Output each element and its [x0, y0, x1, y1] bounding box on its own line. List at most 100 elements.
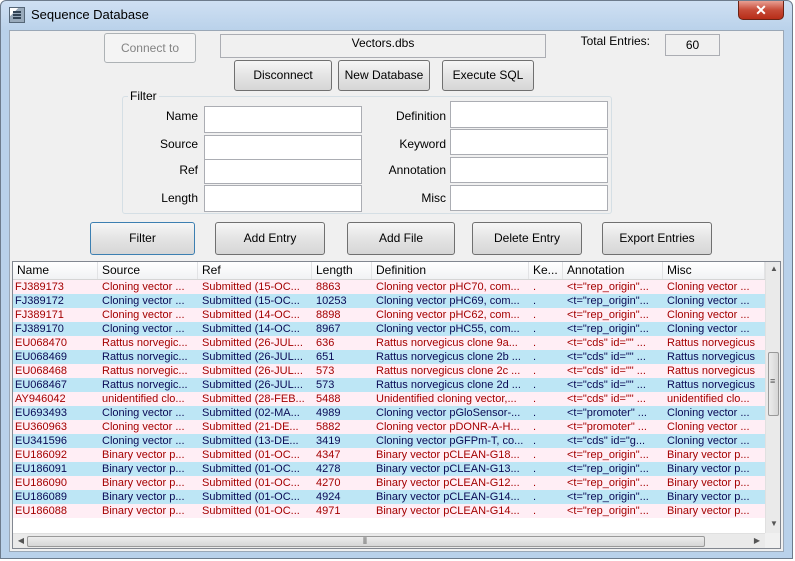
- table-row[interactable]: EU068467 Rattus norvegic... Submitted (26-…: [13, 378, 765, 392]
- table-row[interactable]: EU186091 Binary vector p... Submitted (01-…: [13, 462, 765, 476]
- misc-filter-input[interactable]: [450, 185, 608, 211]
- cell-annotation: <t="cds" id="" ...: [567, 337, 646, 349]
- cell-length: 4347: [316, 449, 341, 461]
- table-row[interactable]: EU186090 Binary vector p... Submitted (01-…: [13, 476, 765, 490]
- cell-source: Binary vector p...: [102, 477, 185, 489]
- column-header-definition[interactable]: Definition: [372, 262, 529, 279]
- cell-misc: Cloning vector ...: [667, 309, 750, 321]
- table-row[interactable]: FJ389171 Cloning vector ... Submitted (14-…: [13, 308, 765, 322]
- horizontal-scrollbar[interactable]: ◀ ⦀ ▶: [13, 533, 765, 548]
- cell-annotation: <t="rep_origin"...: [567, 309, 649, 321]
- annotation-filter-input[interactable]: [450, 157, 608, 183]
- disconnect-button[interactable]: Disconnect: [234, 60, 332, 91]
- cell-definition: Unidentified cloning vector,...: [376, 393, 517, 405]
- column-header-name[interactable]: Name: [13, 262, 98, 279]
- cell-ref: Submitted (01-OC...: [202, 505, 300, 517]
- database-name-field: Vectors.dbs: [220, 34, 546, 58]
- table-row[interactable]: EU186089 Binary vector p... Submitted (01-…: [13, 490, 765, 504]
- cell-definition: Cloning vector pHC55, com...: [376, 323, 520, 335]
- sequence-database-window: Sequence Database ✕ Connect to Vectors.d…: [0, 0, 793, 559]
- cell-misc: Cloning vector ...: [667, 435, 750, 447]
- vertical-grip-icon: ≡: [770, 376, 776, 386]
- name-filter-input[interactable]: [204, 106, 362, 133]
- cell-definition: Rattus norvegicus clone 2c ...: [376, 365, 521, 377]
- table-row[interactable]: FJ389170 Cloning vector ... Submitted (14-…: [13, 322, 765, 336]
- cell-keyword: .: [533, 351, 537, 363]
- cell-definition: Rattus norvegicus clone 9a...: [376, 337, 518, 349]
- keyword-filter-input[interactable]: [450, 129, 608, 155]
- table-row[interactable]: FJ389172 Cloning vector ... Submitted (15-…: [13, 294, 765, 308]
- cell-ref: Submitted (02-MA...: [202, 407, 300, 419]
- source-filter-input[interactable]: [204, 135, 362, 160]
- column-header-keyword[interactable]: Ke...: [529, 262, 563, 279]
- cell-annotation: <t="cds" id="" ...: [567, 379, 646, 391]
- cell-name: EU068467: [15, 379, 67, 391]
- cell-keyword: .: [533, 505, 537, 517]
- column-header-length[interactable]: Length: [312, 262, 372, 279]
- entries-grid[interactable]: Name Source Ref Length Definition Ke... …: [12, 261, 781, 549]
- close-button[interactable]: ✕: [738, 1, 784, 20]
- table-row[interactable]: EU186092 Binary vector p... Submitted (01-…: [13, 448, 765, 462]
- cell-length: 10253: [316, 295, 347, 307]
- cell-ref: Submitted (26-JUL...: [202, 365, 303, 377]
- cell-ref: Submitted (13-DE...: [202, 435, 299, 447]
- cell-length: 5882: [316, 421, 341, 433]
- cell-length: 573: [316, 379, 335, 391]
- cell-ref: Submitted (01-OC...: [202, 477, 300, 489]
- new-database-button[interactable]: New Database: [338, 60, 430, 91]
- column-header-misc[interactable]: Misc: [663, 262, 765, 279]
- cell-source: Cloning vector ...: [102, 323, 185, 335]
- table-row[interactable]: EU068468 Rattus norvegic... Submitted (26-…: [13, 364, 765, 378]
- definition-filter-input[interactable]: [450, 101, 608, 128]
- cell-source: Cloning vector ...: [102, 309, 185, 321]
- scroll-down-icon[interactable]: ▼: [766, 519, 780, 528]
- cell-name: FJ389171: [15, 309, 64, 321]
- cell-name: EU186090: [15, 477, 67, 489]
- cell-definition: Binary vector pCLEAN-G14...: [376, 505, 520, 517]
- table-row[interactable]: EU068470 Rattus norvegic... Submitted (26-…: [13, 336, 765, 350]
- column-header-ref[interactable]: Ref: [198, 262, 312, 279]
- cell-misc: unidentified clo...: [667, 393, 750, 405]
- cell-keyword: .: [533, 295, 537, 307]
- cell-keyword: .: [533, 407, 537, 419]
- add-file-button[interactable]: Add File: [347, 222, 455, 255]
- title-bar[interactable]: Sequence Database ✕: [1, 1, 792, 29]
- cell-annotation: <t="cds" id="" ...: [567, 351, 646, 363]
- connect-to-button[interactable]: Connect to: [104, 33, 196, 63]
- cell-source: Binary vector p...: [102, 505, 185, 517]
- execute-sql-button[interactable]: Execute SQL: [442, 60, 534, 91]
- filter-button[interactable]: Filter: [90, 222, 195, 255]
- cell-source: Rattus norvegic...: [102, 337, 188, 349]
- cell-annotation: <t="rep_origin"...: [567, 281, 649, 293]
- cell-misc: Rattus norvegicus: [667, 365, 756, 377]
- table-row[interactable]: FJ389173 Cloning vector ... Submitted (15-…: [13, 280, 765, 294]
- filter-group-title: Filter: [128, 89, 159, 103]
- export-entries-button[interactable]: Export Entries: [602, 222, 712, 255]
- cell-definition: Cloning vector pDONR-A-H...: [376, 421, 520, 433]
- cell-definition: Cloning vector pHC70, com...: [376, 281, 520, 293]
- table-row[interactable]: EU341596 Cloning vector ... Submitted (13-…: [13, 434, 765, 448]
- ref-filter-input[interactable]: [204, 159, 362, 184]
- cell-keyword: .: [533, 365, 537, 377]
- cell-length: 3419: [316, 435, 341, 447]
- scroll-right-icon[interactable]: ▶: [749, 536, 765, 545]
- column-header-source[interactable]: Source: [98, 262, 198, 279]
- table-row[interactable]: EU360963 Cloning vector ... Submitted (21-…: [13, 420, 765, 434]
- table-row[interactable]: EU693493 Cloning vector ... Submitted (02-…: [13, 406, 765, 420]
- add-entry-button[interactable]: Add Entry: [215, 222, 325, 255]
- vertical-scrollbar[interactable]: ▲ ≡ ▼: [765, 262, 780, 533]
- scroll-up-icon[interactable]: ▲: [766, 264, 780, 273]
- table-row[interactable]: EU186088 Binary vector p... Submitted (01-…: [13, 504, 765, 518]
- cell-name: EU186092: [15, 449, 67, 461]
- column-header-annotation[interactable]: Annotation: [563, 262, 663, 279]
- cell-definition: Binary vector pCLEAN-G13...: [376, 463, 520, 475]
- table-row[interactable]: EU068469 Rattus norvegic... Submitted (26-…: [13, 350, 765, 364]
- length-filter-input[interactable]: [204, 185, 362, 212]
- cell-misc: Rattus norvegicus: [667, 351, 756, 363]
- table-row[interactable]: AY946042 unidentified clo... Submitted (28…: [13, 392, 765, 406]
- cell-length: 4989: [316, 407, 341, 419]
- cell-annotation: <t="promoter" ...: [567, 421, 647, 433]
- delete-entry-button[interactable]: Delete Entry: [472, 222, 582, 255]
- cell-definition: Cloning vector pHC62, com...: [376, 309, 520, 321]
- cell-keyword: .: [533, 281, 537, 293]
